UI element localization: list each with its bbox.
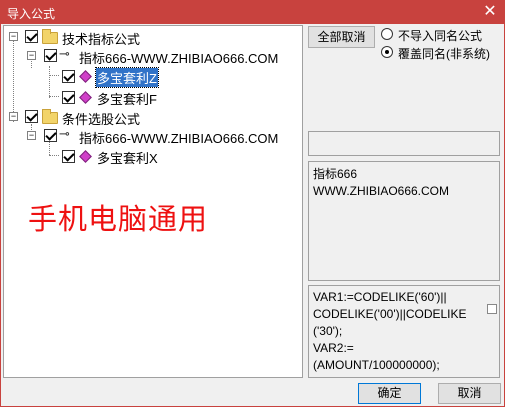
formula-checkbox[interactable] [62,70,75,83]
group-checkbox[interactable] [25,30,38,43]
ok-button[interactable]: 确定 [358,383,421,404]
overwrite-duplicates-radio[interactable] [381,46,393,58]
source-label: 指标666-WWW.ZHIBIAO666.COM [79,131,279,146]
code-option-checkbox[interactable] [487,304,497,314]
collapse-icon[interactable]: − [27,51,36,60]
collapse-icon[interactable]: − [27,131,36,140]
tree-group-indicators[interactable]: − 技术指标公式 [4,28,204,47]
skip-duplicates-radio[interactable] [381,28,393,40]
blank-field [308,131,500,156]
source-checkbox[interactable] [44,129,57,142]
close-icon[interactable]: ✕ [480,2,500,22]
overwrite-duplicates-label: 覆盖同名(非系统) [398,47,490,61]
info-text: 指标666 WWW.ZHIBIAO666.COM [313,167,450,198]
code-panel[interactable]: VAR1:=CODELIKE('60')|| CODELIKE('00')||C… [308,285,500,378]
folder-icon [42,29,58,44]
tree-group-stock-screen[interactable]: − 条件选股公式 [4,108,204,127]
tree-source-node[interactable]: − ⊸ 指标666-WWW.ZHIBIAO666.COM [4,126,300,146]
formula-checkbox[interactable] [62,150,75,163]
tree-formula-item[interactable]: 多宝套利Z [4,67,204,88]
code-text: VAR1:=CODELIKE('60')|| CODELIKE('00')||C… [313,290,467,372]
skip-duplicates-label: 不导入同名公式 [398,29,483,43]
formula-label: 多宝套利F [97,92,157,107]
key-icon: ⊸ [59,46,70,61]
info-panel: 指标666 WWW.ZHIBIAO666.COM [308,161,500,281]
deselect-all-button[interactable]: 全部取消 [308,26,375,48]
formula-icon [79,150,92,163]
source-checkbox[interactable] [44,49,57,62]
formula-icon [79,70,92,83]
collapse-icon[interactable]: − [9,32,18,41]
tree-formula-item[interactable]: 多宝套利F [4,88,204,107]
tree-formula-item[interactable]: 多宝套利X [4,147,204,166]
import-formula-dialog: 导入公式 ✕ − 技术指标公式 − ⊸ 指标666-WWW.ZHIBIAO666… [0,0,505,407]
title-bar[interactable]: 导入公式 ✕ [1,1,504,24]
window-title: 导入公式 [7,7,56,21]
formula-tree[interactable]: − 技术指标公式 − ⊸ 指标666-WWW.ZHIBIAO666.COM 多宝… [3,25,303,378]
formula-icon [79,91,92,104]
key-icon: ⊸ [59,126,70,141]
collapse-icon[interactable]: − [9,112,18,121]
group-checkbox[interactable] [25,110,38,123]
promo-watermark: 手机电脑通用 [28,202,209,236]
formula-label: 多宝套利X [97,151,158,166]
folder-icon [42,109,58,124]
source-label: 指标666-WWW.ZHIBIAO666.COM [79,51,279,66]
formula-label-selected[interactable]: 多宝套利Z [95,67,159,88]
tree-source-node[interactable]: − ⊸ 指标666-WWW.ZHIBIAO666.COM [4,46,300,66]
formula-checkbox[interactable] [62,91,75,104]
cancel-button[interactable]: 取消 [438,383,501,404]
